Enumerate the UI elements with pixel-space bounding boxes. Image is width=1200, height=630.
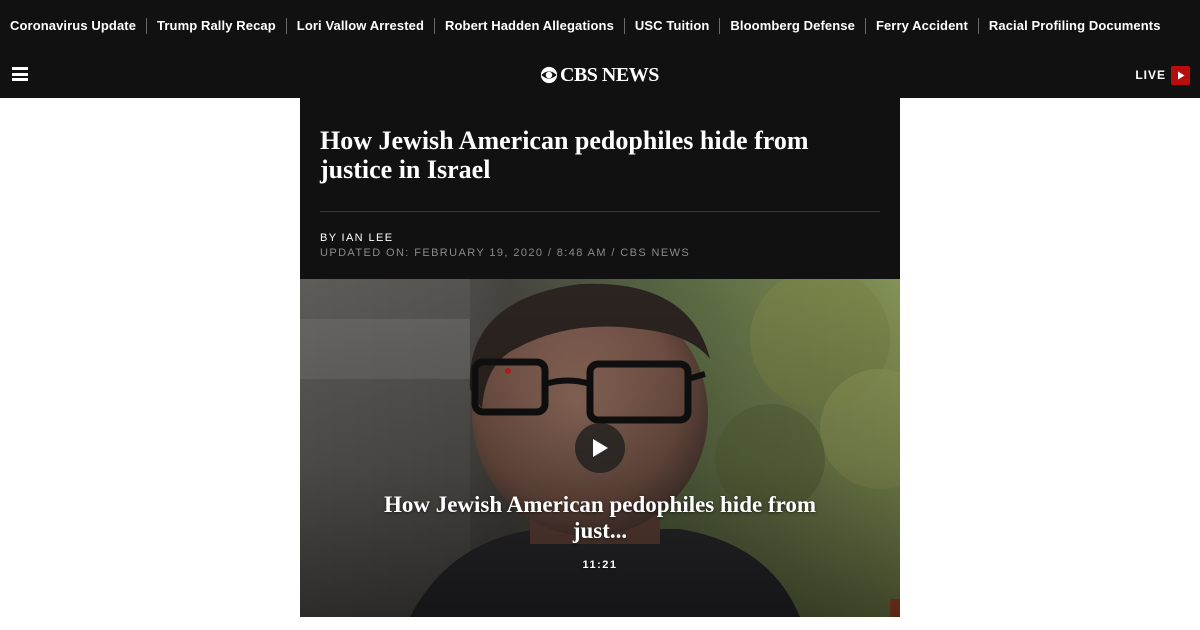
byline: BY IAN LEE xyxy=(320,232,393,244)
cbs-news-logo[interactable]: CBS NEWS xyxy=(540,64,659,86)
byline-prefix: BY xyxy=(320,232,338,244)
video-player[interactable]: How Jewish American pedophiles hide from… xyxy=(300,279,900,617)
trending-link-ferry-accident[interactable]: Ferry Accident xyxy=(866,18,978,34)
video-title: How Jewish American pedophiles hide from… xyxy=(383,492,817,543)
article-header: How Jewish American pedophiles hide from… xyxy=(300,98,900,279)
video-duration: 11:21 xyxy=(582,559,618,571)
trending-link-coronavirus-update[interactable]: Coronavirus Update xyxy=(0,18,146,34)
trending-link-usc-tuition[interactable]: USC Tuition xyxy=(625,18,720,34)
play-icon xyxy=(593,439,608,457)
logo-text: CBS NEWS xyxy=(560,63,659,86)
cbs-eye-icon xyxy=(540,66,558,84)
play-button[interactable] xyxy=(575,423,625,473)
article-headline: How Jewish American pedophiles hide from… xyxy=(320,126,809,184)
live-play-icon xyxy=(1171,65,1190,85)
trending-link-lori-vallow-arrested[interactable]: Lori Vallow Arrested xyxy=(287,18,434,34)
site-header: CBS NEWS LIVE xyxy=(0,52,1200,98)
trending-link-trump-rally-recap[interactable]: Trump Rally Recap xyxy=(147,18,286,34)
author-link[interactable]: IAN LEE xyxy=(341,232,393,244)
live-label: LIVE xyxy=(1135,68,1166,82)
trending-link-robert-hadden-allegations[interactable]: Robert Hadden Allegations xyxy=(435,18,624,34)
trending-bar: Coronavirus Update Trump Rally Recap Lor… xyxy=(0,0,1200,52)
hamburger-icon[interactable] xyxy=(12,67,28,81)
trending-link-bloomberg-defense[interactable]: Bloomberg Defense xyxy=(720,18,865,34)
live-button[interactable]: LIVE xyxy=(1135,65,1190,85)
header-divider xyxy=(320,211,880,212)
updated-timestamp: UPDATED ON: FEBRUARY 19, 2020 / 8:48 AM … xyxy=(320,247,691,259)
trending-link-racial-profiling-documents[interactable]: Racial Profiling Documents xyxy=(979,18,1171,34)
